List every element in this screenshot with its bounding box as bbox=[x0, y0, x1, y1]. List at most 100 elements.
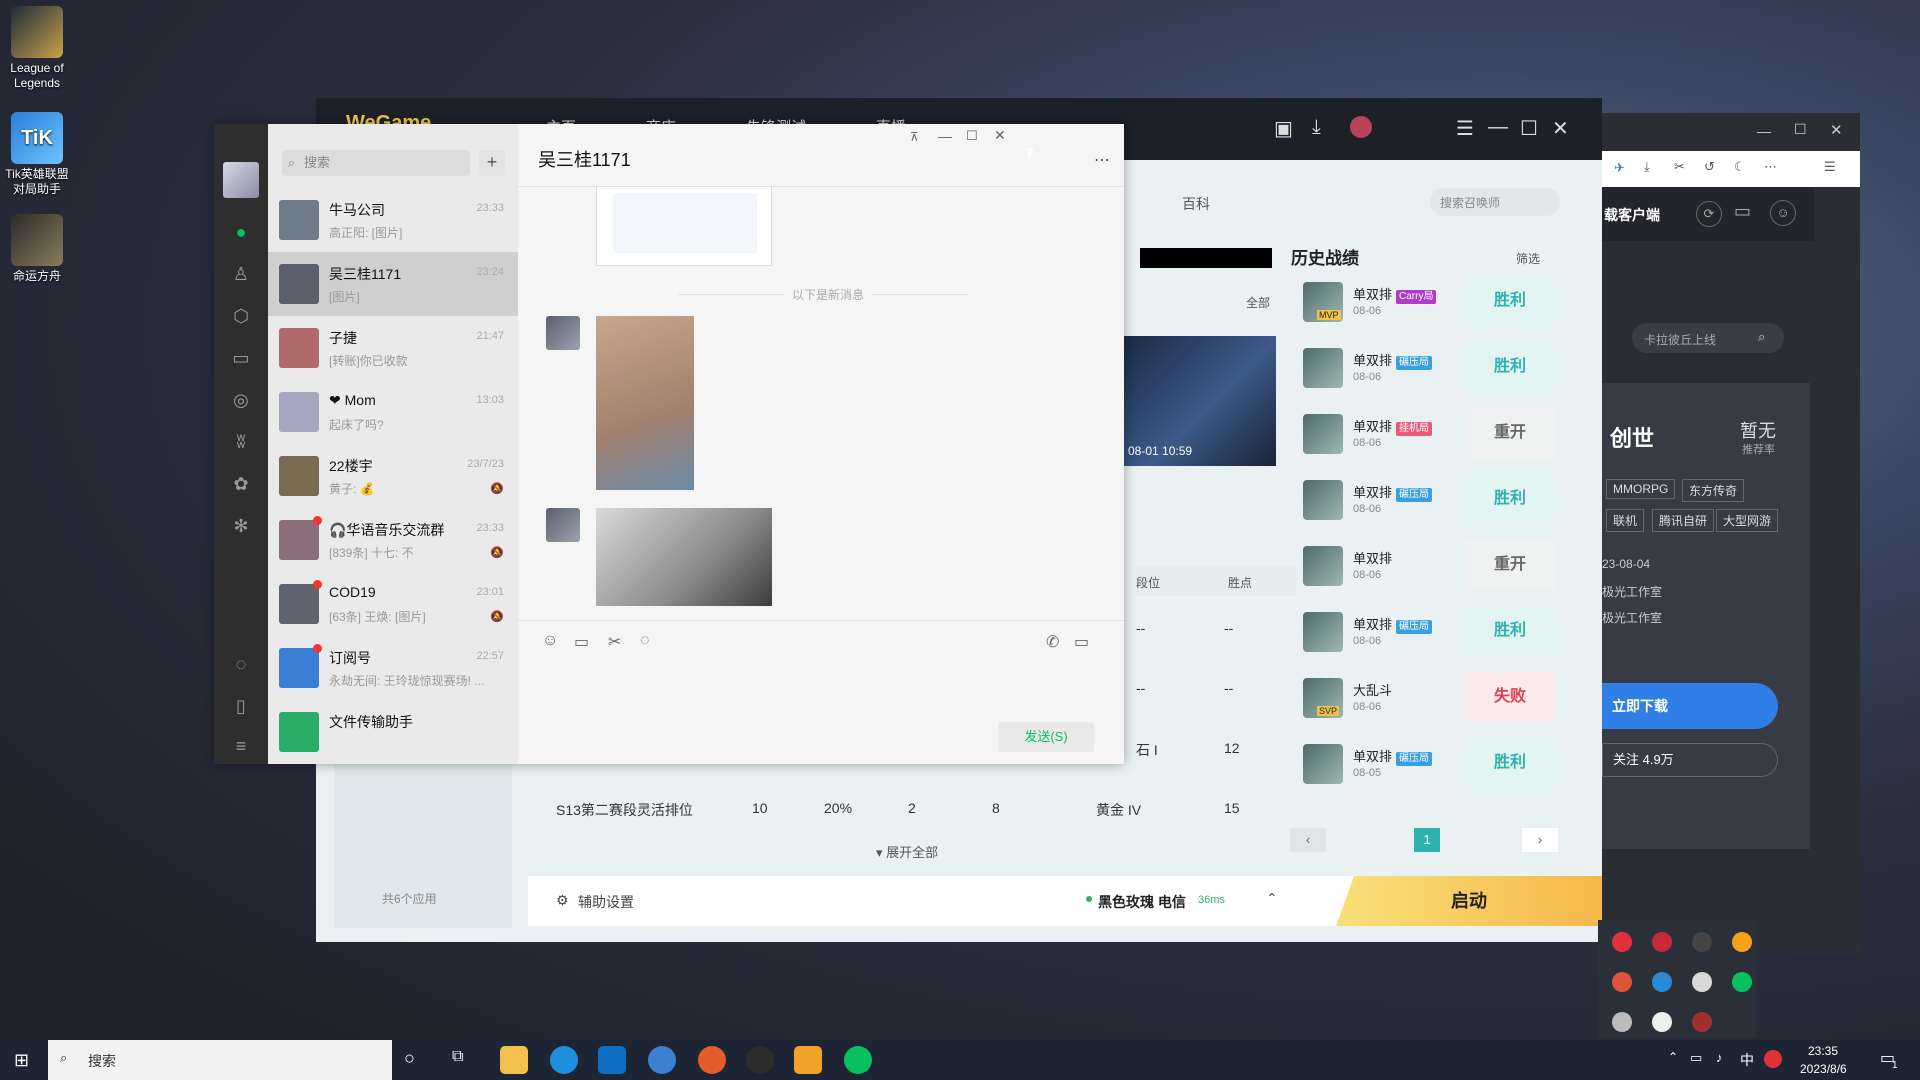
close-icon[interactable]: ✕ bbox=[1552, 116, 1569, 141]
view-all-link[interactable]: 全部 bbox=[1246, 294, 1270, 311]
game-tag[interactable]: MMORPG bbox=[1606, 479, 1676, 499]
history-row[interactable]: SVP 大乱斗 08-06 失败 bbox=[1291, 664, 1555, 730]
minimize-icon[interactable]: — bbox=[1757, 123, 1771, 139]
scissors-icon[interactable]: ✂ bbox=[608, 632, 621, 652]
history-row[interactable]: 单双排 挂机局 08-06 重开 bbox=[1291, 400, 1555, 466]
task-view-icon[interactable]: ⧉ bbox=[452, 1048, 463, 1066]
phone-icon[interactable]: ▯ bbox=[229, 694, 253, 718]
search-input[interactable]: ⌕ 搜索 bbox=[282, 150, 470, 176]
microphone-tray-icon[interactable] bbox=[1612, 1012, 1632, 1032]
moments-icon[interactable]: ◎ bbox=[229, 388, 253, 412]
favorites-icon[interactable]: ⬡ bbox=[229, 304, 253, 328]
chat-list-item[interactable]: 牛马公司 23:33 高正阳: [图片] bbox=[268, 188, 518, 252]
game-tag[interactable]: 东方传奇 bbox=[1682, 479, 1745, 502]
ime-indicator[interactable]: 中 bbox=[1740, 1050, 1754, 1070]
bitwarden-tray-icon[interactable] bbox=[1692, 932, 1712, 952]
screenshot-icon[interactable]: ✂ bbox=[1674, 159, 1685, 175]
summoner-search[interactable]: 搜索召唤师 bbox=[1430, 188, 1560, 216]
history-row[interactable]: 单双排 碾压局 08-06 胜利 bbox=[1291, 466, 1555, 532]
desktop-icon-lostark[interactable]: 命运方舟 bbox=[4, 214, 70, 284]
user-icon[interactable]: ☺ bbox=[1770, 200, 1796, 226]
site-search[interactable]: 卡拉彼丘上线 ⌕ bbox=[1632, 323, 1784, 353]
wechat-tray-icon[interactable] bbox=[1732, 972, 1752, 992]
pin-icon[interactable]: ⊼ bbox=[910, 130, 919, 144]
wegame-icon[interactable] bbox=[698, 1046, 726, 1074]
next-page-button[interactable]: › bbox=[1522, 828, 1558, 852]
message-icon[interactable]: ▭ bbox=[1734, 201, 1751, 222]
edge-icon[interactable] bbox=[550, 1046, 578, 1074]
menu-icon[interactable]: ☰ bbox=[1824, 159, 1836, 175]
game-tag[interactable]: 大型网游 bbox=[1716, 509, 1779, 532]
folder-icon[interactable]: ▭ bbox=[229, 346, 253, 370]
security-tray-icon[interactable] bbox=[1652, 932, 1672, 952]
avatar[interactable] bbox=[1350, 116, 1372, 138]
voice-call-icon[interactable]: ✆ bbox=[1046, 632, 1059, 652]
history-row[interactable]: 单双排 碾压局 08-06 胜利 bbox=[1291, 334, 1555, 400]
chat-list-item[interactable]: 订阅号 22:57 永劫无间: 王玲珑惊现赛场! ... bbox=[268, 636, 518, 700]
download-icon[interactable]: ⤓ bbox=[1312, 116, 1321, 139]
chat-list-item[interactable]: 文件传输助手 bbox=[268, 700, 518, 764]
history-row[interactable]: 单双排 碾压局 08-05 胜利 bbox=[1291, 730, 1555, 796]
maximize-icon[interactable]: ☐ bbox=[966, 128, 978, 144]
download-client-link[interactable]: 载客户端 bbox=[1604, 205, 1660, 225]
image-message[interactable] bbox=[596, 316, 694, 490]
chat-history-icon[interactable]: ◌ bbox=[640, 632, 650, 650]
channels-icon[interactable]: ʬ bbox=[229, 430, 253, 454]
history-icon[interactable]: ⟳ bbox=[1696, 201, 1722, 227]
image-message[interactable] bbox=[596, 508, 772, 606]
chat-list-item[interactable]: 子捷 21:47 [转账]你已收款 bbox=[268, 316, 518, 380]
chat-list-item[interactable]: COD19 23:01 [63条] 王焕: [图片] 🔕 bbox=[268, 572, 518, 636]
windows-start-icon[interactable]: ⊞ bbox=[14, 1050, 29, 1071]
network-tray-icon[interactable] bbox=[1652, 972, 1672, 992]
more-icon[interactable]: ⋯ bbox=[1764, 159, 1777, 175]
history-filter[interactable]: 筛选 bbox=[1516, 250, 1540, 267]
game-tag[interactable]: 腾讯自研 bbox=[1652, 509, 1715, 532]
game-launcher-icon[interactable] bbox=[794, 1046, 822, 1074]
chevron-up-icon[interactable]: ⌃ bbox=[1668, 1050, 1678, 1064]
settings-icon[interactable]: ⚙ bbox=[556, 892, 569, 909]
video-call-icon[interactable]: ▭ bbox=[1074, 632, 1089, 652]
media-tray-icon[interactable] bbox=[1692, 1012, 1712, 1032]
game-tray-icon[interactable] bbox=[1732, 932, 1752, 952]
chat-list-item[interactable]: ❤ Mom 13:03 起床了吗? bbox=[268, 380, 518, 444]
chat-list-item[interactable]: 吴三桂1171 23:24 [图片] bbox=[268, 252, 518, 316]
avatar[interactable] bbox=[546, 316, 580, 350]
cortana-icon[interactable]: ○ bbox=[404, 1048, 415, 1069]
launch-button[interactable]: 启动 bbox=[1336, 876, 1602, 926]
file-explorer-icon[interactable] bbox=[500, 1046, 528, 1074]
desktop-icon-lol[interactable]: League of Legends bbox=[4, 6, 70, 91]
assist-settings[interactable]: 辅助设置 bbox=[578, 892, 634, 912]
chevron-up-icon[interactable]: ⌃ bbox=[1266, 890, 1278, 907]
encyclopedia-tab[interactable]: 百科 bbox=[1182, 194, 1210, 214]
mini-program-icon[interactable]: ✻ bbox=[229, 514, 253, 538]
add-chat-button[interactable]: + bbox=[479, 150, 505, 176]
qq-browser-icon[interactable] bbox=[598, 1046, 626, 1074]
steam-tray-icon[interactable] bbox=[1692, 972, 1712, 992]
image-message[interactable] bbox=[596, 186, 772, 266]
undo-icon[interactable]: ↺ bbox=[1704, 159, 1715, 175]
close-icon[interactable]: ✕ bbox=[994, 127, 1006, 144]
app-tray-icon[interactable] bbox=[1612, 932, 1632, 952]
history-row[interactable]: 单双排 碾压局 08-06 胜利 bbox=[1291, 598, 1555, 664]
game-library-icon[interactable]: ▣ bbox=[1274, 116, 1293, 141]
more-icon[interactable]: ⋯ bbox=[1094, 150, 1110, 170]
player-tray-icon[interactable] bbox=[1612, 972, 1632, 992]
miniapp-icon[interactable]: ◌ bbox=[229, 652, 253, 676]
prev-page-button[interactable]: ‹ bbox=[1290, 828, 1326, 852]
network-icon[interactable]: ▭ bbox=[1690, 1050, 1702, 1066]
steam-icon[interactable] bbox=[746, 1046, 774, 1074]
minimize-icon[interactable]: — bbox=[938, 128, 952, 144]
file-icon[interactable]: ▭ bbox=[574, 632, 589, 652]
theme-icon[interactable]: ☾ bbox=[1734, 159, 1746, 175]
follow-button[interactable]: 关注 4.9万 bbox=[1602, 743, 1778, 777]
expand-all-link[interactable]: ▾ 展开全部 bbox=[876, 842, 938, 861]
avatar[interactable] bbox=[223, 162, 259, 198]
clock-time[interactable]: 23:35 bbox=[1808, 1044, 1838, 1058]
server-name[interactable]: 黑色玫瑰 电信 bbox=[1098, 892, 1186, 912]
desktop-icon-tik[interactable]: TiK Tik英雄联盟对局助手 bbox=[4, 112, 70, 197]
clock-date[interactable]: 2023/8/6 bbox=[1800, 1062, 1847, 1076]
wechat-icon[interactable] bbox=[844, 1046, 872, 1074]
maximize-icon[interactable]: ☐ bbox=[1520, 116, 1538, 141]
send-button[interactable]: 发送(S) bbox=[998, 722, 1094, 752]
extension-icon[interactable]: ✈ bbox=[1614, 160, 1625, 176]
